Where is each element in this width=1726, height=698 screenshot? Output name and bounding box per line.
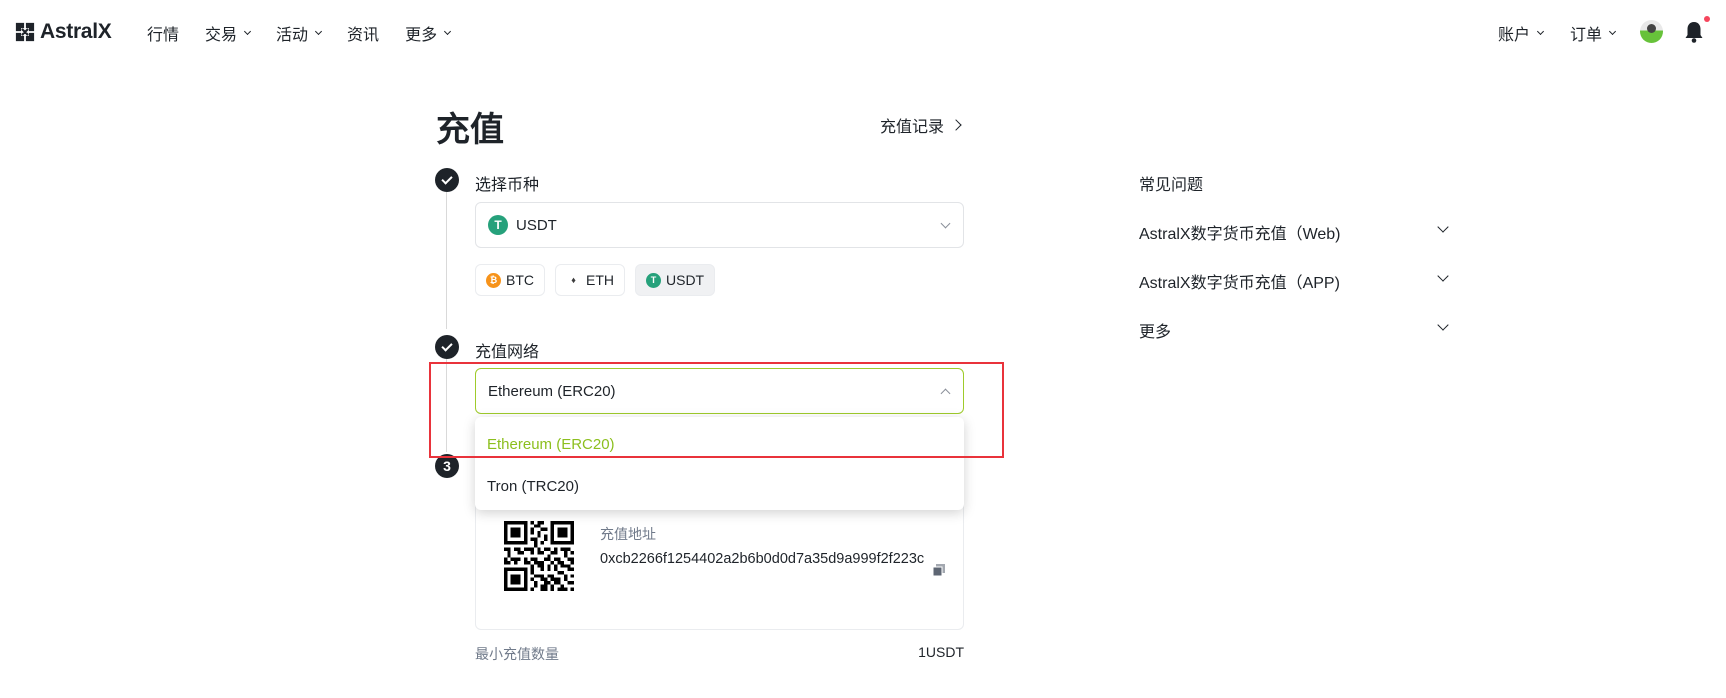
faq-item-app[interactable]: AstralX数字货币充值（APP)	[1139, 269, 1459, 293]
min-deposit-value: 1USDT	[918, 644, 964, 660]
network-dropdown: Ethereum (ERC20) Tron (TRC20)	[475, 417, 964, 510]
coin-select[interactable]: T USDT	[475, 202, 964, 248]
step-3: 3	[435, 454, 459, 478]
step-1-done	[435, 168, 459, 192]
logo-icon	[15, 22, 35, 42]
faq-item-more[interactable]: 更多	[1139, 318, 1459, 342]
check-icon	[441, 172, 453, 185]
chevron-down-icon	[940, 218, 951, 229]
min-deposit-label: 最小充值数量	[475, 646, 559, 662]
nav-item-more[interactable]: 更多	[405, 21, 452, 45]
chevron-down-icon	[315, 27, 323, 35]
main-menu: 行情 交易 活动 资讯 更多	[147, 21, 476, 45]
network-option-trc20[interactable]: Tron (TRC20)	[475, 465, 964, 507]
btc-icon: ₿	[486, 272, 501, 288]
chevron-right-icon	[950, 119, 962, 131]
chevron-down-icon	[243, 27, 252, 35]
qr-code	[504, 521, 574, 591]
nav-item-activity[interactable]: 活动	[276, 21, 323, 45]
deposit-address-card: 充值地址 0xcb2266f1254402a2b6b0d0d7a35d9a999…	[475, 490, 964, 630]
chevron-down-icon	[1437, 270, 1449, 282]
usdt-icon: T	[646, 272, 661, 288]
avatar[interactable]	[1640, 20, 1663, 43]
logo-text: AstralX	[40, 20, 112, 43]
nav-account[interactable]: 账户	[1498, 21, 1545, 45]
step-connector	[446, 192, 447, 329]
coin-chip-btc[interactable]: ₿ BTC	[475, 264, 545, 296]
coin-select-value: USDT	[516, 216, 557, 234]
chevron-up-icon	[940, 388, 951, 399]
notification-dot	[1704, 16, 1710, 22]
faq-item-web[interactable]: AstralX数字货币充值（Web)	[1139, 220, 1459, 244]
logo[interactable]: AstralX	[14, 20, 112, 44]
coin-chip-usdt[interactable]: T USDT	[635, 264, 716, 296]
nav-item-trade[interactable]: 交易	[205, 21, 252, 45]
chevron-down-icon	[1536, 27, 1545, 35]
page-title: 充值	[436, 111, 504, 149]
deposit-address-value: 0xcb2266f1254402a2b6b0d0d7a35d9a999f2f22…	[600, 551, 925, 567]
deposit-history-link[interactable]: 充值记录	[880, 113, 962, 137]
nav-item-market[interactable]: 行情	[147, 21, 179, 45]
bell-icon[interactable]	[1683, 20, 1705, 44]
usdt-icon: T	[488, 215, 508, 235]
nav-item-news[interactable]: 资讯	[347, 21, 379, 45]
check-icon	[441, 339, 453, 352]
chevron-down-icon	[1437, 319, 1449, 331]
step-1-label: 选择币种	[475, 177, 540, 194]
step-2-label: 充值网络	[475, 344, 540, 361]
network-select[interactable]: Ethereum (ERC20)	[475, 368, 964, 414]
step-connector	[446, 359, 447, 452]
eth-icon: ♦	[571, 275, 576, 285]
copy-icon[interactable]	[932, 563, 946, 577]
deposit-address-label: 充值地址	[600, 526, 656, 542]
top-nav: AstralX 行情 交易 活动 资讯 更多 账户 订单	[0, 0, 1726, 64]
coin-chips: ₿ BTC ♦ ETH T USDT	[475, 264, 716, 296]
coin-chip-eth[interactable]: ♦ ETH	[555, 264, 625, 296]
chevron-down-icon	[444, 27, 452, 35]
nav-orders[interactable]: 订单	[1570, 21, 1617, 45]
chevron-down-icon	[1437, 221, 1449, 233]
network-option-erc20[interactable]: Ethereum (ERC20)	[475, 423, 964, 465]
faq-title: 常见问题	[1139, 177, 1204, 194]
step-2-done	[435, 335, 459, 359]
network-select-value: Ethereum (ERC20)	[488, 382, 616, 400]
chevron-down-icon	[1608, 27, 1617, 35]
